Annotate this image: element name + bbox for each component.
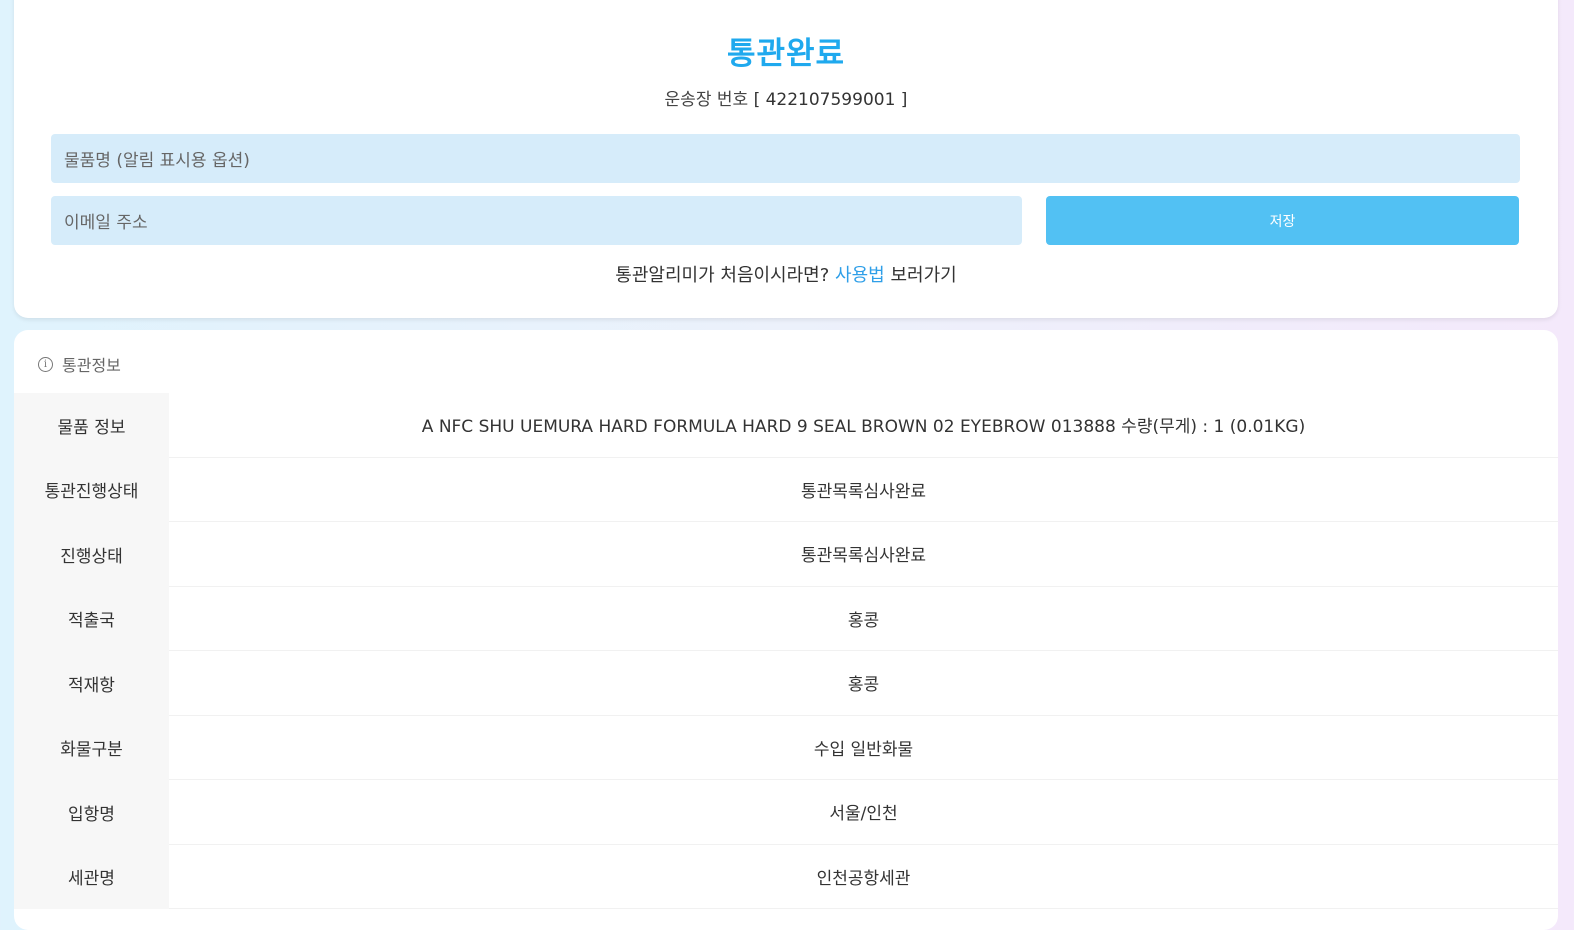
table-row: 통관진행상태 통관목록심사완료 bbox=[14, 457, 1558, 522]
tracking-number-line: 운송장 번호 [ 422107599001 ] bbox=[14, 85, 1558, 110]
table-row: 진행상태 통관목록심사완료 bbox=[14, 522, 1558, 587]
table-row: 화물구분 수입 일반화물 bbox=[14, 715, 1558, 780]
tracking-label: 운송장 번호 bbox=[664, 90, 749, 110]
row-value: 홍콩 bbox=[169, 587, 1558, 651]
email-input[interactable]: 이메일 주소 bbox=[51, 196, 1022, 245]
usage-guide-line: 통관알리미가 처음이시라면? 사용법 보러가기 bbox=[14, 261, 1558, 287]
row-value: A NFC SHU UEMURA HARD FORMULA HARD 9 SEA… bbox=[169, 393, 1558, 458]
row-value: 홍콩 bbox=[169, 651, 1558, 716]
page-title: 통관완료 bbox=[726, 36, 846, 72]
customs-info-header: i 통관정보 bbox=[38, 352, 121, 376]
customs-info-title: 통관정보 bbox=[62, 356, 121, 375]
customs-info-card: i 통관정보 물품 정보 A NFC SHU UEMURA HARD FORMU… bbox=[14, 330, 1558, 930]
row-value: 통관목록심사완료 bbox=[169, 458, 1558, 522]
tracking-number: [ 422107599001 ] bbox=[753, 90, 908, 110]
guide-suffix: 보러가기 bbox=[890, 265, 957, 286]
email-placeholder: 이메일 주소 bbox=[64, 213, 148, 233]
table-row: 적재항 홍콩 bbox=[14, 651, 1558, 716]
table-row: 입항명 서울/인천 bbox=[14, 780, 1558, 845]
tracking-card: 통관완료 운송장 번호 [ 422107599001 ] 물품명 (알림 표시용… bbox=[14, 0, 1558, 318]
row-value: 인천공항세관 bbox=[169, 845, 1558, 909]
item-name-placeholder: 물품명 (알림 표시용 옵션) bbox=[64, 151, 250, 171]
item-name-input[interactable]: 물품명 (알림 표시용 옵션) bbox=[51, 134, 1520, 183]
table-row: 세관명 인천공항세관 bbox=[14, 844, 1558, 909]
row-label: 입항명 bbox=[14, 780, 169, 845]
row-label: 적재항 bbox=[14, 651, 169, 716]
row-label: 물품 정보 bbox=[14, 393, 169, 458]
row-label: 화물구분 bbox=[14, 715, 169, 780]
row-value: 서울/인천 bbox=[169, 780, 1558, 845]
info-icon: i bbox=[38, 356, 53, 372]
row-label: 세관명 bbox=[14, 844, 169, 909]
row-value: 통관목록심사완료 bbox=[169, 522, 1558, 587]
customs-info-table: 물품 정보 A NFC SHU UEMURA HARD FORMULA HARD… bbox=[14, 393, 1558, 909]
usage-guide-link[interactable]: 사용법 bbox=[835, 265, 885, 286]
save-button[interactable]: 저장 bbox=[1046, 196, 1519, 245]
row-label: 통관진행상태 bbox=[14, 457, 169, 522]
row-label: 진행상태 bbox=[14, 522, 169, 587]
table-row: 물품 정보 A NFC SHU UEMURA HARD FORMULA HARD… bbox=[14, 393, 1558, 458]
row-value: 수입 일반화물 bbox=[169, 716, 1558, 780]
guide-prefix: 통관알리미가 처음이시라면? bbox=[615, 265, 830, 286]
table-row: 적출국 홍콩 bbox=[14, 586, 1558, 651]
row-label: 적출국 bbox=[14, 586, 169, 651]
